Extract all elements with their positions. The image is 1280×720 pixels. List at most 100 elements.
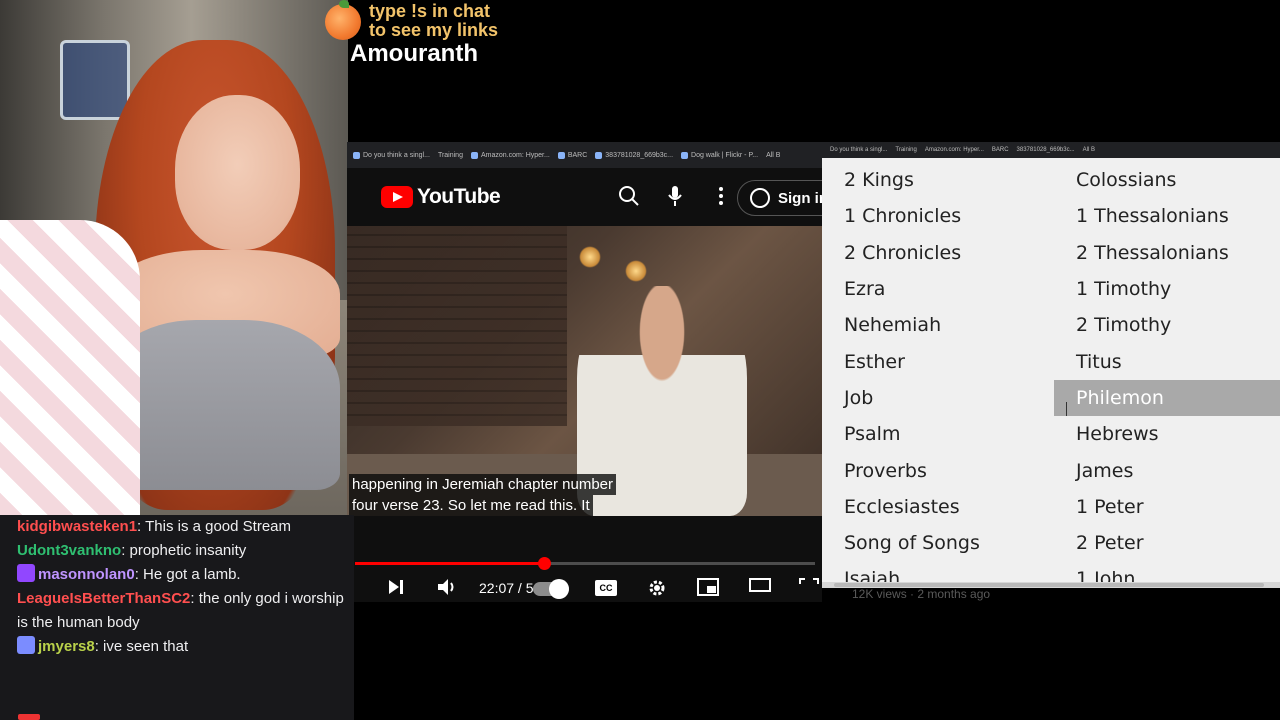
book-option[interactable]: 2 Thessalonians <box>1054 235 1280 271</box>
chat-badge-icon <box>17 636 35 654</box>
video-lamp <box>625 260 647 282</box>
chat-username[interactable]: jmyers8 <box>38 638 95 655</box>
captions-button[interactable]: CC <box>595 580 617 596</box>
chat-username[interactable]: masonnolan0 <box>38 566 135 583</box>
book-option[interactable]: 1 Chronicles <box>822 198 1054 234</box>
book-option[interactable]: Nehemiah <box>822 307 1054 343</box>
book-option[interactable]: 2 Peter <box>1054 525 1280 561</box>
sign-in-label: Sign in <box>778 189 822 207</box>
more-options-icon[interactable] <box>709 184 733 208</box>
player-controls: 22:07 / 5 CC <box>347 552 822 602</box>
book-option[interactable]: 1 Thessalonians <box>1054 198 1280 234</box>
stream-chat: kidgibwasteken1: This is a good Stream U… <box>0 515 354 720</box>
volume-icon[interactable] <box>437 578 457 596</box>
account-icon <box>750 188 770 208</box>
bookmark-item[interactable]: Training <box>895 147 916 153</box>
bookmark-icon <box>557 151 565 159</box>
books-column-right: Colossians 1 Thessalonians 2 Thessalonia… <box>1054 162 1280 584</box>
bookmark-icon <box>353 151 360 159</box>
chat-text: : He got a lamb. <box>134 566 241 583</box>
book-option[interactable]: Ecclesiastes <box>822 489 1054 525</box>
caption-line: happening in Jeremiah chapter number <box>349 474 616 495</box>
chat-message: kidgibwasteken1: This is a good Stream <box>17 515 354 539</box>
bookmark-item[interactable]: Training <box>438 152 463 159</box>
links-line-2: to see my links <box>369 20 499 40</box>
bookmark-item[interactable]: 383781028_669b3c... <box>595 151 673 159</box>
progress-knob[interactable] <box>537 557 551 570</box>
chat-username[interactable]: kidgibwasteken1 <box>17 518 137 535</box>
bookmark-item[interactable]: Amazon.com: Hyper... <box>470 151 550 159</box>
video-views: 12K views · 2 months ago <box>852 587 991 601</box>
bookmark-item[interactable]: Dog walk | Flickr - P... <box>681 151 758 159</box>
fullscreen-icon[interactable] <box>799 578 819 596</box>
progress-fill <box>355 562 544 565</box>
chat-message: jmyers8: ive seen that <box>17 635 354 659</box>
book-option[interactable]: 2 Chronicles <box>822 235 1054 271</box>
peach-icon <box>325 0 361 40</box>
book-option[interactable]: Song of Songs <box>822 525 1054 561</box>
book-option[interactable]: Hebrews <box>1054 416 1280 452</box>
settings-gear-icon[interactable] <box>647 578 667 598</box>
progress-bar[interactable] <box>355 557 815 570</box>
bookmarks-bar: Do you think a singl... Training Amazon.… <box>347 142 822 168</box>
miniplayer-icon[interactable] <box>697 578 719 596</box>
book-option[interactable]: Psalm <box>822 416 1054 452</box>
theater-mode-icon[interactable] <box>749 578 771 592</box>
bookmark-folder[interactable]: All B <box>766 152 780 159</box>
books-column-left: 2 Kings 1 Chronicles 2 Chronicles Ezra N… <box>822 162 1054 584</box>
bible-books-dropdown: 2 Kings 1 Chronicles 2 Chronicles Ezra N… <box>822 158 1280 584</box>
bookmark-item[interactable]: Do you think a singl... <box>353 151 430 159</box>
book-option[interactable]: 1 Timothy <box>1054 271 1280 307</box>
bookmark-icon <box>681 151 689 159</box>
links-text: type !s in chat to see my links <box>369 2 498 40</box>
mouse-cursor-icon <box>1066 402 1074 416</box>
streamer-face <box>175 95 300 250</box>
video-captions: happening in Jeremiah chapter number fou… <box>349 474 616 516</box>
video-frame[interactable]: happening in Jeremiah chapter number fou… <box>347 226 822 516</box>
room-chair <box>60 40 130 120</box>
book-option[interactable]: Colossians <box>1054 162 1280 198</box>
chat-username[interactable]: LeagueIsBetterThanSC2 <box>17 590 190 607</box>
book-option[interactable]: 2 Timothy <box>1054 307 1280 343</box>
youtube-header: YouTube Sign in <box>347 168 822 226</box>
bookmark-item[interactable]: 383781028_669b3c... <box>1017 147 1075 153</box>
chat-message: Udont3vankno: prophetic insanity <box>17 539 354 563</box>
book-option[interactable]: Esther <box>822 343 1054 379</box>
autoplay-toggle[interactable] <box>533 579 569 599</box>
bookmark-item[interactable]: BARC <box>992 147 1009 153</box>
chat-text: : ive seen that <box>94 638 189 655</box>
book-option[interactable]: Job <box>822 380 1054 416</box>
bookmark-item[interactable]: BARC <box>557 151 587 159</box>
book-option[interactable]: 1 John <box>1054 561 1280 584</box>
book-option[interactable]: Isaiah <box>822 561 1054 584</box>
book-option-selected[interactable]: Philemon <box>1054 379 1280 417</box>
bookmark-item[interactable]: Amazon.com: Hyper... <box>925 147 984 153</box>
video-lamp <box>579 246 601 268</box>
bookmark-folder[interactable]: All B <box>1083 147 1095 153</box>
microphone-icon[interactable] <box>663 184 687 208</box>
book-option[interactable]: Ezra <box>822 271 1054 307</box>
chat-badge-icon <box>17 564 35 582</box>
book-option[interactable]: 1 Peter <box>1054 489 1280 525</box>
youtube-logo[interactable]: YouTube <box>381 185 501 209</box>
chat-message: masonnolan0: He got a lamb. <box>17 563 354 587</box>
chat-input-bar <box>0 712 354 720</box>
chat-message: LeagueIsBetterThanSC2: the only god i wo… <box>17 587 354 635</box>
youtube-wordmark: YouTube <box>417 185 501 208</box>
next-icon[interactable] <box>387 578 405 596</box>
bookmark-icon <box>595 151 603 159</box>
time-display: 22:07 / 5 <box>479 580 534 596</box>
youtube-play-icon <box>381 186 413 208</box>
pink-blanket <box>0 220 140 518</box>
sign-in-button[interactable]: Sign in <box>737 180 822 216</box>
bookmark-item[interactable]: Do you think a singl... <box>830 147 887 153</box>
book-option[interactable]: 2 Kings <box>822 162 1054 198</box>
chat-emote-icon[interactable] <box>18 714 40 720</box>
search-icon[interactable] <box>617 184 641 208</box>
browser-window: Do you think a singl... Training Amazon.… <box>347 142 822 602</box>
chat-username[interactable]: Udont3vankno <box>17 542 121 559</box>
bookmark-icon <box>470 151 478 159</box>
book-option[interactable]: Proverbs <box>822 452 1054 488</box>
book-option[interactable]: James <box>1054 452 1280 488</box>
book-option[interactable]: Titus <box>1054 343 1280 379</box>
